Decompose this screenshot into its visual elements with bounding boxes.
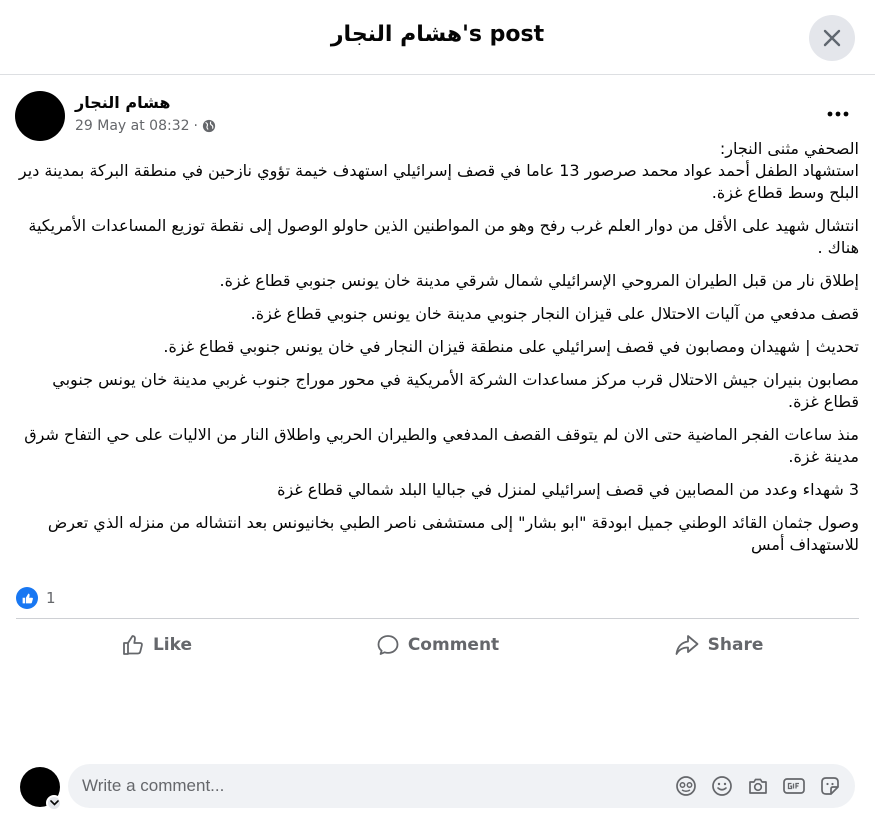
chevron-down-icon xyxy=(49,800,59,806)
post-paragraph: قصف مدفعي من آليات الاحتلال على قيزان ال… xyxy=(250,304,859,323)
gif-icon[interactable] xyxy=(781,773,807,799)
like-icon xyxy=(123,634,143,655)
composer-tools xyxy=(673,773,843,799)
close-icon xyxy=(823,29,841,47)
post-paragraph: منذ ساعات الفجر الماضية حتى الان لم يتوق… xyxy=(24,425,859,466)
author-name[interactable]: هشام النجار xyxy=(75,93,170,112)
sticker-icon[interactable] xyxy=(817,773,843,799)
post-body: الصحفي مثنى النجار: استشهاد الطفل أحمد ع… xyxy=(16,138,859,567)
like-button[interactable]: Like xyxy=(16,619,297,670)
more-options-button[interactable] xyxy=(822,102,854,126)
share-button[interactable]: Share xyxy=(578,619,859,670)
reactions-summary[interactable]: 1 xyxy=(16,586,56,610)
account-switcher-button[interactable] xyxy=(46,795,62,811)
emoji-icon[interactable] xyxy=(709,773,735,799)
comment-label: Comment xyxy=(407,634,500,655)
post-meta: 29 May at 08:32 · xyxy=(75,118,216,134)
comment-input[interactable] xyxy=(82,776,673,796)
share-icon xyxy=(675,634,699,655)
like-label: Like xyxy=(152,634,193,655)
comment-button[interactable]: Comment xyxy=(297,619,578,670)
post-timestamp[interactable]: 29 May at 08:32 xyxy=(75,118,190,134)
globe-icon[interactable] xyxy=(202,119,216,133)
post-paragraph: إطلاق نار من قبل الطيران المروحي الإسرائ… xyxy=(219,271,859,290)
meta-separator: · xyxy=(193,118,198,134)
like-reaction-icon xyxy=(16,587,38,609)
dialog-header: هشام النجار's post xyxy=(0,0,875,75)
post-paragraph: الصحفي مثنى النجار: xyxy=(719,139,859,158)
dialog-title: هشام النجار's post xyxy=(330,22,545,47)
author-avatar[interactable] xyxy=(15,91,65,141)
post-paragraph: وصول جثمان القائد الوطني جميل ابودقة "اب… xyxy=(47,513,859,554)
post-actions: Like Comment Share xyxy=(16,618,859,670)
camera-icon[interactable] xyxy=(745,773,771,799)
comment-icon xyxy=(377,634,399,655)
post-paragraph: استشهاد الطفل أحمد عواد محمد صرصور 13 عا… xyxy=(18,161,859,202)
close-button[interactable] xyxy=(809,15,855,61)
post-paragraph: 3 شهداء وعدد من المصابين في قصف إسرائيلي… xyxy=(277,480,859,499)
post-paragraph: تحديث | شهيدان ومصابون في قصف إسرائيلي ع… xyxy=(163,337,859,356)
reaction-count: 1 xyxy=(46,589,56,607)
ellipsis-icon xyxy=(827,111,849,117)
comment-composer[interactable] xyxy=(68,764,855,808)
post-paragraph: مصابون بنيران جيش الاحتلال قرب مركز مساع… xyxy=(52,370,859,411)
share-label: Share xyxy=(707,634,764,655)
avatar-sticker-icon[interactable] xyxy=(673,773,699,799)
post-paragraph: انتشال شهيد على الأقل من دوار العلم غرب … xyxy=(28,216,859,257)
